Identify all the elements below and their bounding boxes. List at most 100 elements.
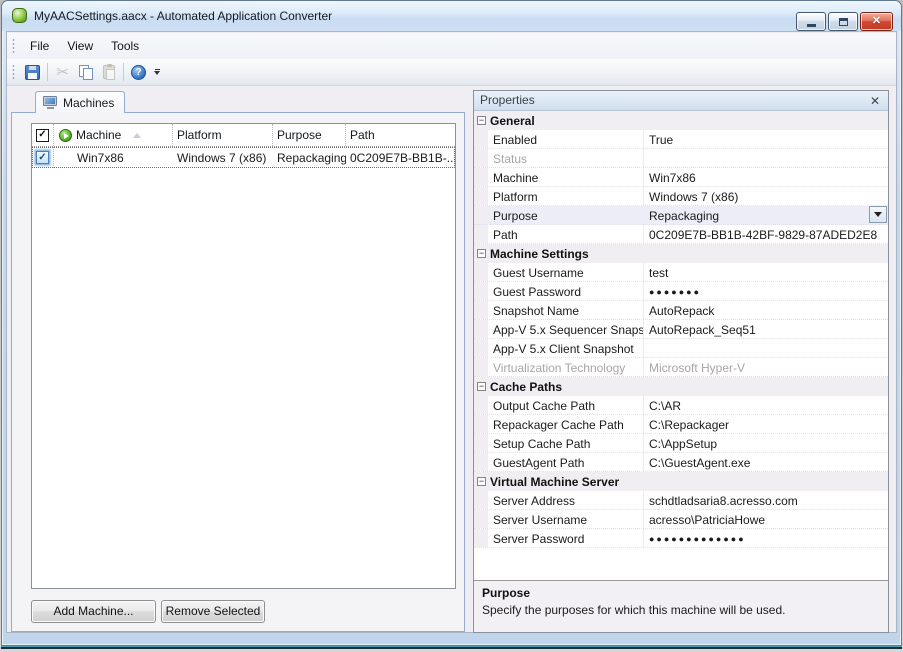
close-button[interactable]: ✕ bbox=[860, 12, 893, 31]
menu-tools[interactable]: Tools bbox=[102, 34, 148, 58]
remove-selected-button[interactable]: Remove Selected bbox=[161, 600, 265, 623]
category-row[interactable]: − General bbox=[474, 111, 888, 130]
category-label: Virtual Machine Server bbox=[490, 475, 619, 489]
copy-icon bbox=[79, 65, 93, 79]
machine-icon bbox=[43, 96, 58, 109]
add-machine-button[interactable]: Add Machine... bbox=[31, 600, 156, 623]
paste-icon bbox=[103, 65, 115, 79]
property-value[interactable]: test bbox=[644, 263, 888, 281]
property-value[interactable]: schdtladsaria8.acresso.com bbox=[644, 491, 888, 509]
app-window: MyAACSettings.aacx - Automated Applicati… bbox=[1, 0, 902, 646]
property-row[interactable]: Guest Username test bbox=[474, 263, 888, 282]
minimize-icon bbox=[807, 24, 816, 27]
property-value[interactable]: Microsoft Hyper-V bbox=[644, 358, 888, 376]
property-row[interactable]: App-V 5.x Sequencer Snapshot AutoRepack_… bbox=[474, 320, 888, 339]
property-row[interactable]: Guest Password ●●●●●●● bbox=[474, 282, 888, 301]
cut-button[interactable]: ✂ bbox=[51, 61, 74, 83]
collapse-icon[interactable]: − bbox=[477, 382, 486, 391]
property-row[interactable]: Machine Win7x86 bbox=[474, 168, 888, 187]
property-value[interactable]: ●●●●●●● bbox=[644, 282, 888, 300]
property-value[interactable]: ●●●●●●●●●●●●● bbox=[644, 529, 888, 547]
sort-ascending-icon bbox=[133, 133, 141, 138]
property-row[interactable]: Enabled True bbox=[474, 130, 888, 149]
property-label: Server Address bbox=[488, 491, 644, 509]
property-value[interactable]: C:\GuestAgent.exe bbox=[644, 453, 888, 471]
property-value[interactable] bbox=[644, 149, 888, 167]
property-value[interactable]: Repackaging bbox=[644, 206, 888, 224]
property-label: Repackager Cache Path bbox=[488, 415, 644, 433]
property-value[interactable]: acresso\PatriciaHowe bbox=[644, 510, 888, 528]
property-value[interactable]: C:\AppSetup bbox=[644, 434, 888, 452]
property-row[interactable]: Virtualization Technology Microsoft Hype… bbox=[474, 358, 888, 377]
property-row[interactable]: Path 0C209E7B-BB1B-42BF-9829-87ADED2E8 bbox=[474, 225, 888, 244]
paste-button[interactable] bbox=[97, 61, 120, 83]
property-row[interactable]: Server Password ●●●●●●●●●●●●● bbox=[474, 529, 888, 548]
properties-header: Properties ✕ bbox=[474, 91, 888, 111]
restore-icon bbox=[839, 18, 848, 26]
category-label: General bbox=[490, 114, 535, 128]
property-label: Enabled bbox=[488, 130, 644, 148]
property-row[interactable]: Server Address schdtladsaria8.acresso.co… bbox=[474, 491, 888, 510]
property-row[interactable]: Snapshot Name AutoRepack bbox=[474, 301, 888, 320]
category-label: Machine Settings bbox=[490, 247, 589, 261]
property-label: Guest Password bbox=[488, 282, 644, 300]
property-row[interactable]: Output Cache Path C:\AR bbox=[474, 396, 888, 415]
table-row[interactable]: ✓ Win7x86 Windows 7 (x86) Repackaging 0C… bbox=[32, 147, 455, 168]
column-header-purpose[interactable]: Purpose bbox=[273, 124, 346, 146]
column-header-machine[interactable]: Machine bbox=[54, 124, 173, 146]
collapse-icon[interactable]: − bbox=[477, 249, 486, 258]
menu-file[interactable]: File bbox=[21, 34, 58, 58]
property-row[interactable]: GuestAgent Path C:\GuestAgent.exe bbox=[474, 453, 888, 472]
help-button[interactable]: ? bbox=[127, 61, 150, 83]
run-status-icon bbox=[59, 129, 72, 142]
toolbar-overflow-button[interactable] bbox=[154, 69, 160, 75]
property-label: Server Username bbox=[488, 510, 644, 528]
save-button[interactable] bbox=[21, 61, 44, 83]
property-label: Path bbox=[488, 225, 644, 243]
property-row[interactable]: Platform Windows 7 (x86) bbox=[474, 187, 888, 206]
properties-close-icon[interactable]: ✕ bbox=[867, 93, 883, 109]
property-row[interactable]: Setup Cache Path C:\AppSetup bbox=[474, 434, 888, 453]
category-row[interactable]: − Cache Paths bbox=[474, 377, 888, 396]
tab-machines[interactable]: Machines bbox=[35, 91, 125, 113]
dropdown-button[interactable] bbox=[869, 206, 887, 223]
column-header-path[interactable]: Path bbox=[346, 124, 455, 146]
property-row[interactable]: Purpose Repackaging bbox=[474, 206, 888, 225]
property-value[interactable]: Windows 7 (x86) bbox=[644, 187, 888, 205]
menu-view[interactable]: View bbox=[58, 34, 102, 58]
menu-bar: File View Tools bbox=[7, 33, 896, 59]
save-icon bbox=[25, 65, 40, 80]
property-label: Guest Username bbox=[488, 263, 644, 281]
toolbar: ✂ ? bbox=[7, 59, 896, 86]
select-all-checkbox[interactable]: ✓ bbox=[36, 129, 49, 142]
property-description: Purpose Specify the purposes for which t… bbox=[474, 580, 888, 632]
minimize-button[interactable] bbox=[796, 12, 826, 31]
column-header-platform[interactable]: Platform bbox=[173, 124, 273, 146]
machines-table-body: ✓ Win7x86 Windows 7 (x86) Repackaging 0C… bbox=[32, 147, 455, 168]
collapse-icon[interactable]: − bbox=[477, 116, 486, 125]
property-value[interactable]: AutoRepack_Seq51 bbox=[644, 320, 888, 338]
category-row[interactable]: − Virtual Machine Server bbox=[474, 472, 888, 491]
property-value[interactable] bbox=[644, 339, 888, 357]
copy-button[interactable] bbox=[74, 61, 97, 83]
property-value[interactable]: True bbox=[644, 130, 888, 148]
property-label: GuestAgent Path bbox=[488, 453, 644, 471]
property-label: Status bbox=[488, 149, 644, 167]
property-label: Virtualization Technology bbox=[488, 358, 644, 376]
category-row[interactable]: − Machine Settings bbox=[474, 244, 888, 263]
collapse-icon[interactable]: − bbox=[477, 477, 486, 486]
property-value[interactable]: C:\AR bbox=[644, 396, 888, 414]
window-border-shadow bbox=[1, 647, 902, 649]
property-value[interactable]: Win7x86 bbox=[644, 168, 888, 186]
property-row[interactable]: Status bbox=[474, 149, 888, 168]
property-row[interactable]: App-V 5.x Client Snapshot bbox=[474, 339, 888, 358]
titlebar[interactable]: MyAACSettings.aacx - Automated Applicati… bbox=[2, 1, 901, 31]
property-value[interactable]: 0C209E7B-BB1B-42BF-9829-87ADED2E8 bbox=[644, 225, 888, 243]
property-row[interactable]: Server Username acresso\PatriciaHowe bbox=[474, 510, 888, 529]
property-value[interactable]: AutoRepack bbox=[644, 301, 888, 319]
property-row[interactable]: Repackager Cache Path C:\Repackager bbox=[474, 415, 888, 434]
row-checkbox[interactable]: ✓ bbox=[36, 151, 49, 164]
close-icon: ✕ bbox=[872, 16, 881, 27]
property-value[interactable]: C:\Repackager bbox=[644, 415, 888, 433]
restore-button[interactable] bbox=[828, 12, 858, 31]
